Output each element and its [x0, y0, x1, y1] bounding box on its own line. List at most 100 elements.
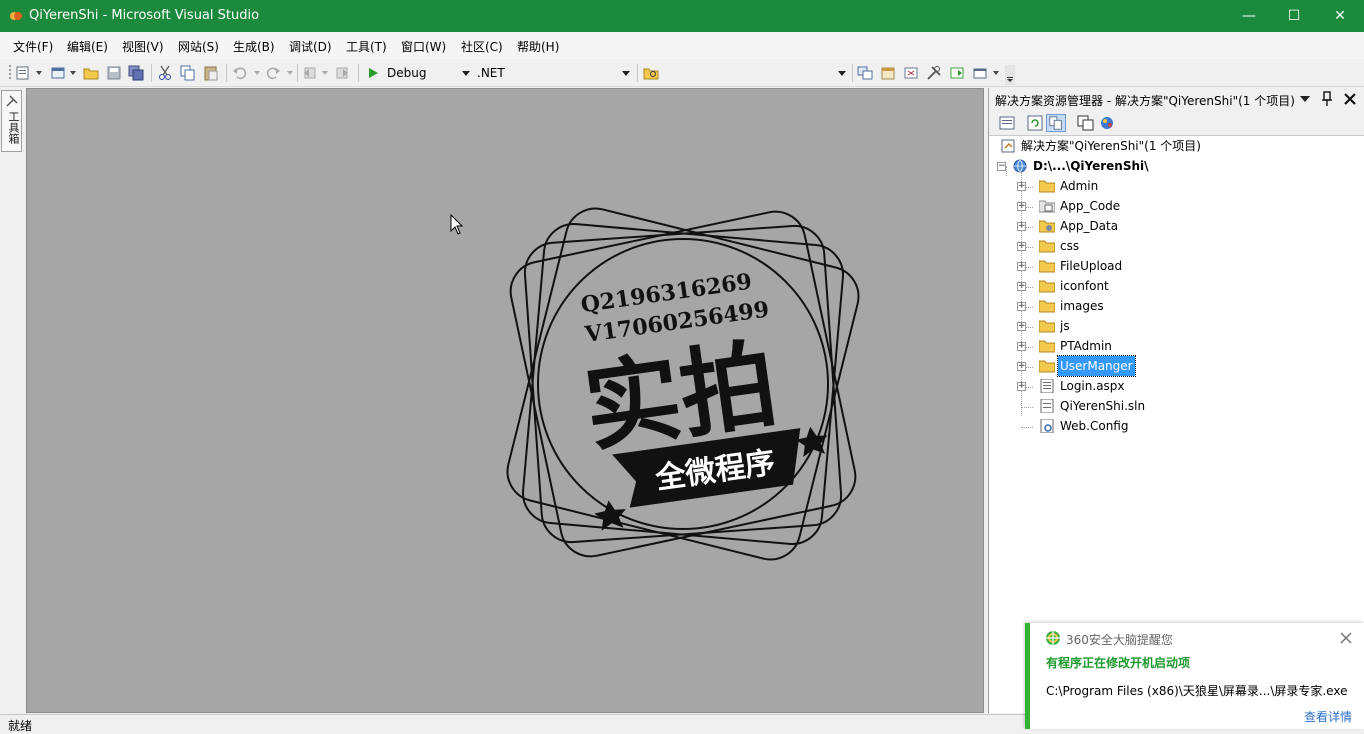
object-browser-icon[interactable]	[903, 65, 919, 81]
save-all-icon[interactable]	[128, 65, 144, 81]
expand-icon[interactable]: +	[1017, 262, 1026, 271]
tree-item-label: Admin	[1060, 179, 1099, 193]
folder-icon	[1039, 260, 1055, 273]
app-icon	[10, 12, 22, 20]
menu-help[interactable]: 帮助(H)	[517, 38, 559, 55]
solution-explorer-title: 解决方案资源管理器 - 解决方案"QiYerenShi"(1 个项目)	[995, 94, 1295, 108]
mouse-cursor-icon	[450, 214, 464, 235]
menu-edit[interactable]: 编辑(E)	[67, 38, 108, 55]
minimize-button[interactable]: —	[1226, 0, 1272, 32]
view-details-link[interactable]: 查看详情	[1304, 708, 1352, 725]
status-text: 就绪	[8, 719, 33, 733]
expand-icon[interactable]: +	[1017, 382, 1026, 391]
solution-explorer-header: 解决方案资源管理器 - 解决方案"QiYerenShi"(1 个项目)	[989, 88, 1364, 110]
undo-icon[interactable]	[232, 65, 248, 81]
toolbar-grip-icon[interactable]	[8, 64, 12, 82]
folder-icon	[1039, 180, 1055, 193]
redo-dropdown-icon[interactable]	[287, 71, 293, 75]
toolbox-icon[interactable]	[926, 65, 942, 81]
show-all-files-icon[interactable]	[1046, 114, 1066, 132]
solution-node-label: 解决方案"QiYerenShi"(1 个项目)	[1021, 139, 1201, 153]
solution-configuration-combo[interactable]: Debug	[384, 64, 472, 82]
notification-source: 360安全大脑提醒您	[1066, 633, 1173, 647]
menu-community[interactable]: 社区(C)	[461, 38, 503, 55]
menu-debug[interactable]: 调试(D)	[289, 38, 332, 55]
expand-icon[interactable]: +	[1017, 222, 1026, 231]
menu-file[interactable]: 文件(F)	[13, 38, 53, 55]
tree-item-label: images	[1060, 299, 1104, 313]
view-designer-icon[interactable]	[1098, 114, 1118, 132]
expand-icon[interactable]: +	[1017, 302, 1026, 311]
close-panel-icon[interactable]	[1343, 92, 1357, 106]
navigate-forward-icon[interactable]	[334, 65, 350, 81]
solution-explorer-icon[interactable]	[857, 65, 873, 81]
toolbox-tab[interactable]: 工具箱	[1, 90, 22, 152]
menu-view[interactable]: 视图(V)	[122, 38, 164, 55]
other-windows-icon[interactable]	[972, 65, 988, 81]
save-icon[interactable]	[106, 65, 122, 81]
other-windows-dropdown-icon[interactable]	[993, 71, 999, 75]
folder-icon	[1039, 240, 1055, 253]
menu-tools[interactable]: 工具(T)	[346, 38, 387, 55]
solution-icon	[1001, 139, 1015, 153]
navigate-backward-dropdown-icon[interactable]	[322, 71, 328, 75]
redo-icon[interactable]	[265, 65, 281, 81]
add-item-dropdown-icon[interactable]	[70, 71, 76, 75]
tree-item-label: App_Code	[1060, 199, 1121, 213]
tree-item-label: Login.aspx	[1060, 379, 1125, 393]
watermark-stamp: Q2196316269 V17060256499 实拍 全微程序	[506, 207, 860, 561]
expand-icon[interactable]: +	[1017, 322, 1026, 331]
expand-icon[interactable]: +	[1017, 242, 1026, 251]
aspx-file-icon	[1040, 379, 1054, 393]
maximize-button[interactable]: ☐	[1271, 0, 1317, 32]
editor-area[interactable]: Q2196316269 V17060256499 实拍 全微程序	[26, 88, 984, 713]
platform-combo[interactable]: .NET	[474, 64, 632, 82]
new-project-dropdown-icon[interactable]	[36, 71, 42, 75]
chevron-down-icon	[838, 71, 846, 76]
title-bar: QiYerenShi - Microsoft Visual Studio — ☐…	[0, 0, 1364, 32]
close-button[interactable]: ✕	[1317, 0, 1363, 32]
expand-icon[interactable]: +	[1017, 362, 1026, 371]
properties-icon[interactable]	[997, 114, 1017, 132]
collapse-icon[interactable]: −	[997, 162, 1006, 171]
undo-dropdown-icon[interactable]	[254, 71, 260, 75]
expand-icon[interactable]: +	[1017, 202, 1026, 211]
tree-item-label: iconfont	[1060, 279, 1109, 293]
view-code-icon[interactable]	[1076, 114, 1096, 132]
menu-website[interactable]: 网站(S)	[178, 38, 219, 55]
config-file-icon	[1040, 419, 1054, 433]
add-item-icon[interactable]	[50, 65, 66, 81]
expand-icon[interactable]: +	[1017, 282, 1026, 291]
find-in-files-icon[interactable]	[643, 65, 659, 81]
sln-file-icon	[1040, 399, 1054, 413]
folder-icon	[1039, 360, 1055, 373]
copy-icon[interactable]	[180, 65, 196, 81]
paste-icon[interactable]	[203, 65, 219, 81]
tree-item-label: FileUpload	[1060, 259, 1123, 273]
navigate-backward-icon[interactable]	[302, 65, 318, 81]
special-folder-icon	[1039, 200, 1055, 213]
menu-window[interactable]: 窗口(W)	[401, 38, 446, 55]
refresh-icon[interactable]	[1025, 114, 1045, 132]
cut-icon[interactable]	[158, 65, 174, 81]
start-page-icon[interactable]	[949, 65, 965, 81]
new-project-icon[interactable]	[15, 65, 31, 81]
find-combo[interactable]	[662, 64, 848, 82]
tree-item-label: QiYerenShi.sln	[1060, 399, 1146, 413]
expand-icon[interactable]: +	[1017, 342, 1026, 351]
start-debugging-icon[interactable]	[365, 65, 381, 81]
expand-icon[interactable]: +	[1017, 182, 1026, 191]
window-title: QiYerenShi - Microsoft Visual Studio	[29, 8, 260, 23]
toolbar-overflow-icon[interactable]	[1005, 65, 1015, 85]
auto-hide-pin-icon[interactable]	[1321, 91, 1333, 107]
window-position-dropdown-icon[interactable]	[1299, 94, 1311, 104]
menu-build[interactable]: 生成(B)	[233, 38, 275, 55]
platform-value: .NET	[477, 66, 505, 80]
solution-explorer-panel: 解决方案资源管理器 - 解决方案"QiYerenShi"(1 个项目) 解决方案…	[988, 88, 1364, 713]
properties-window-icon[interactable]	[880, 65, 896, 81]
close-notification-icon[interactable]	[1340, 632, 1352, 644]
tree-item-label: PTAdmin	[1060, 339, 1112, 353]
open-file-icon[interactable]	[83, 65, 99, 81]
folder-icon	[1039, 280, 1055, 293]
tree-item-label: css	[1060, 239, 1080, 253]
